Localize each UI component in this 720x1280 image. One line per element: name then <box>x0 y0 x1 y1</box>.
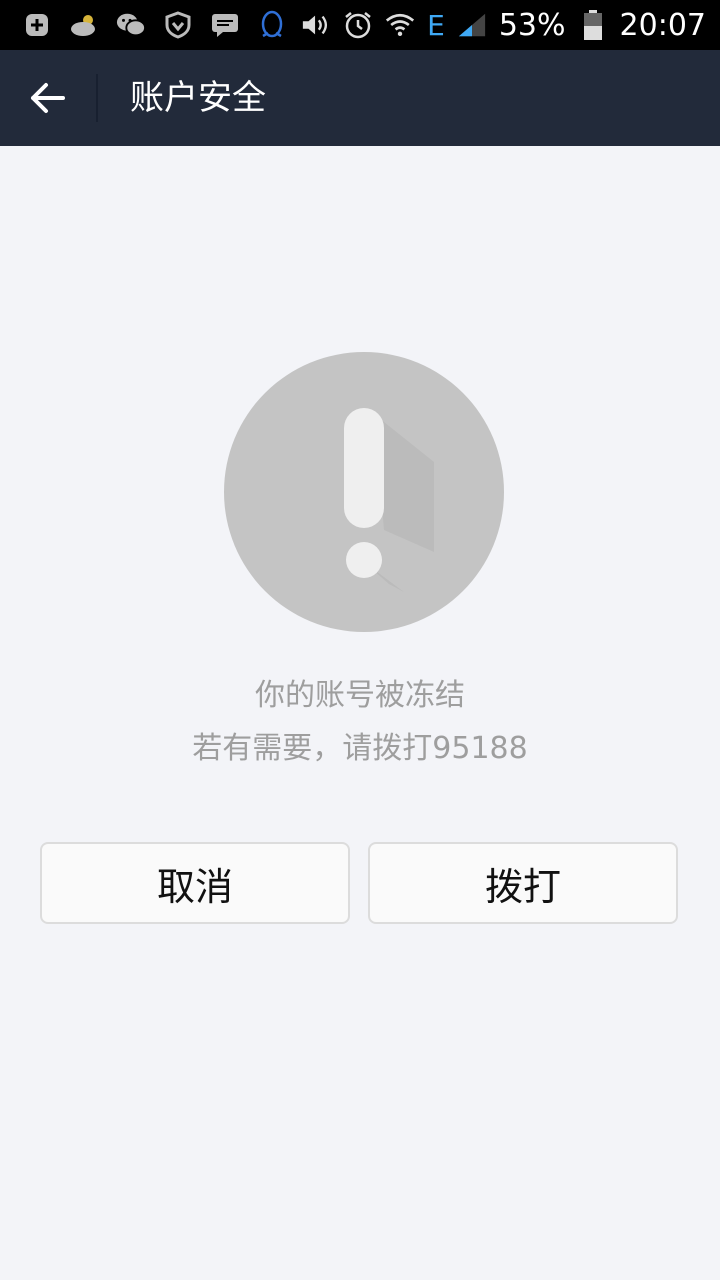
contact-hotline-message: 若有需要，请拨打95188 <box>192 731 528 766</box>
notification-plus-icon <box>22 10 52 40</box>
signal-icon <box>457 10 487 40</box>
alarm-icon <box>343 10 373 40</box>
battery-icon <box>578 10 608 40</box>
cancel-button[interactable]: 取消 <box>40 842 350 924</box>
exclamation-icon <box>224 352 504 632</box>
clock-time: 20:07 <box>619 7 706 43</box>
title-bar: 账户安全 <box>0 50 720 146</box>
page-title: 账户安全 <box>130 78 266 118</box>
back-arrow-icon <box>31 83 65 113</box>
back-button[interactable] <box>18 68 78 128</box>
call-button[interactable]: 拨打 <box>368 842 678 924</box>
wifi-icon <box>385 10 415 40</box>
status-notification-icons <box>22 0 287 50</box>
weather-cloud-icon <box>69 10 99 40</box>
wechat-icon <box>116 10 146 40</box>
frozen-account-message: 你的账号被冻结 <box>255 678 465 713</box>
vpn-shield-icon <box>163 10 193 40</box>
network-type-label: E <box>427 8 445 42</box>
message-icon <box>210 10 240 40</box>
battery-percent: 53% <box>498 7 566 43</box>
status-system-icons: E 53% 20:07 <box>301 0 706 50</box>
volume-icon <box>301 10 331 40</box>
status-bar: E 53% 20:07 <box>0 0 720 50</box>
qq-icon <box>257 10 287 40</box>
title-divider <box>96 74 98 122</box>
